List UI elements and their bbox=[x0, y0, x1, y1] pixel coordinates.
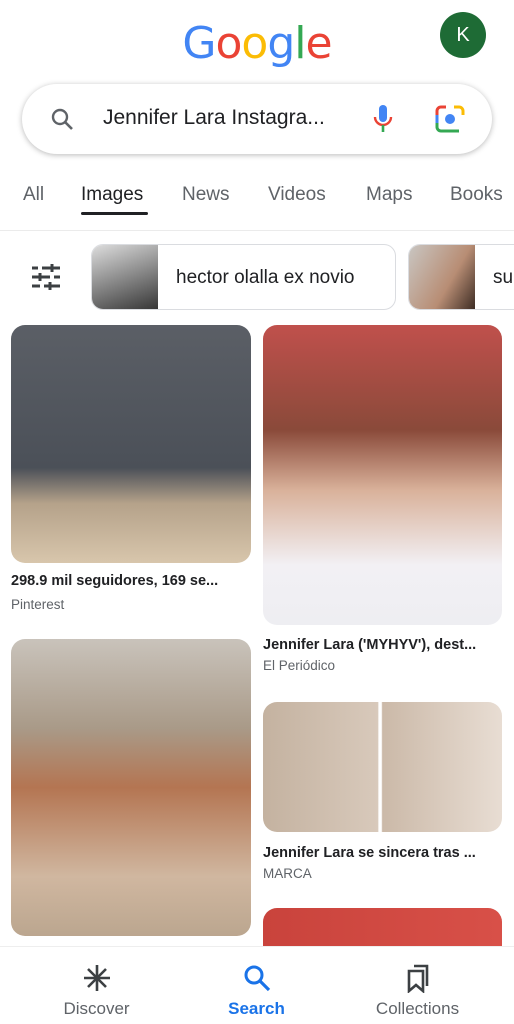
search-icon bbox=[51, 108, 73, 130]
result-image[interactable] bbox=[11, 639, 251, 936]
logo-letter: e bbox=[305, 18, 333, 69]
tab-videos[interactable]: Videos bbox=[268, 184, 326, 206]
nav-label: Collections bbox=[375, 999, 460, 1018]
chip-label: hector olalla ex novio bbox=[176, 267, 355, 288]
logo-letter: G bbox=[182, 18, 216, 69]
result-image[interactable] bbox=[263, 702, 502, 832]
search-input[interactable]: Jennifer Lara Instagra... bbox=[103, 106, 325, 130]
chip-thumbnail bbox=[92, 245, 158, 309]
related-search-chip[interactable]: hector olalla ex novio bbox=[91, 244, 396, 310]
chip-label: su bbox=[493, 267, 514, 288]
logo-letter: o bbox=[215, 18, 243, 69]
divider bbox=[0, 230, 514, 231]
asterisk-icon bbox=[84, 965, 110, 991]
lens-camera-icon[interactable] bbox=[435, 105, 465, 133]
search-bar[interactable]: Jennifer Lara Instagra... bbox=[22, 84, 492, 154]
search-icon bbox=[244, 965, 271, 992]
logo-letter: g bbox=[267, 18, 295, 69]
chip-thumbnail bbox=[409, 245, 475, 309]
filter-sliders-icon[interactable] bbox=[32, 264, 60, 290]
tab-news[interactable]: News bbox=[182, 184, 230, 206]
tab-all[interactable]: All bbox=[23, 184, 44, 206]
bottom-navigation: Discover Search Collections bbox=[0, 946, 514, 1024]
active-tab-indicator bbox=[81, 212, 148, 215]
result-source: Pinterest bbox=[11, 597, 65, 612]
account-avatar[interactable]: K bbox=[440, 12, 486, 58]
tab-books[interactable]: Books bbox=[450, 184, 503, 206]
result-source: El Periódico bbox=[263, 658, 336, 673]
result-source: MARCA bbox=[263, 866, 312, 881]
nav-label: Discover bbox=[63, 999, 130, 1018]
microphone-icon[interactable] bbox=[373, 104, 393, 134]
tab-images[interactable]: Images bbox=[81, 184, 143, 206]
result-caption[interactable]: 298.9 mil seguidores, 169 se... bbox=[11, 573, 218, 589]
result-image[interactable] bbox=[263, 325, 502, 625]
result-caption[interactable]: Jennifer Lara ('MYHYV'), dest... bbox=[263, 637, 476, 653]
related-search-chip[interactable]: su bbox=[408, 244, 514, 310]
logo-letter: o bbox=[241, 18, 268, 69]
result-caption[interactable]: Jennifer Lara se sincera tras ... bbox=[263, 845, 476, 861]
nav-label: Search bbox=[228, 999, 285, 1018]
logo-letter: l bbox=[294, 18, 306, 69]
google-logo: Google bbox=[0, 18, 514, 69]
collections-icon bbox=[407, 964, 429, 993]
result-image[interactable] bbox=[11, 325, 251, 563]
tab-maps[interactable]: Maps bbox=[366, 184, 412, 206]
